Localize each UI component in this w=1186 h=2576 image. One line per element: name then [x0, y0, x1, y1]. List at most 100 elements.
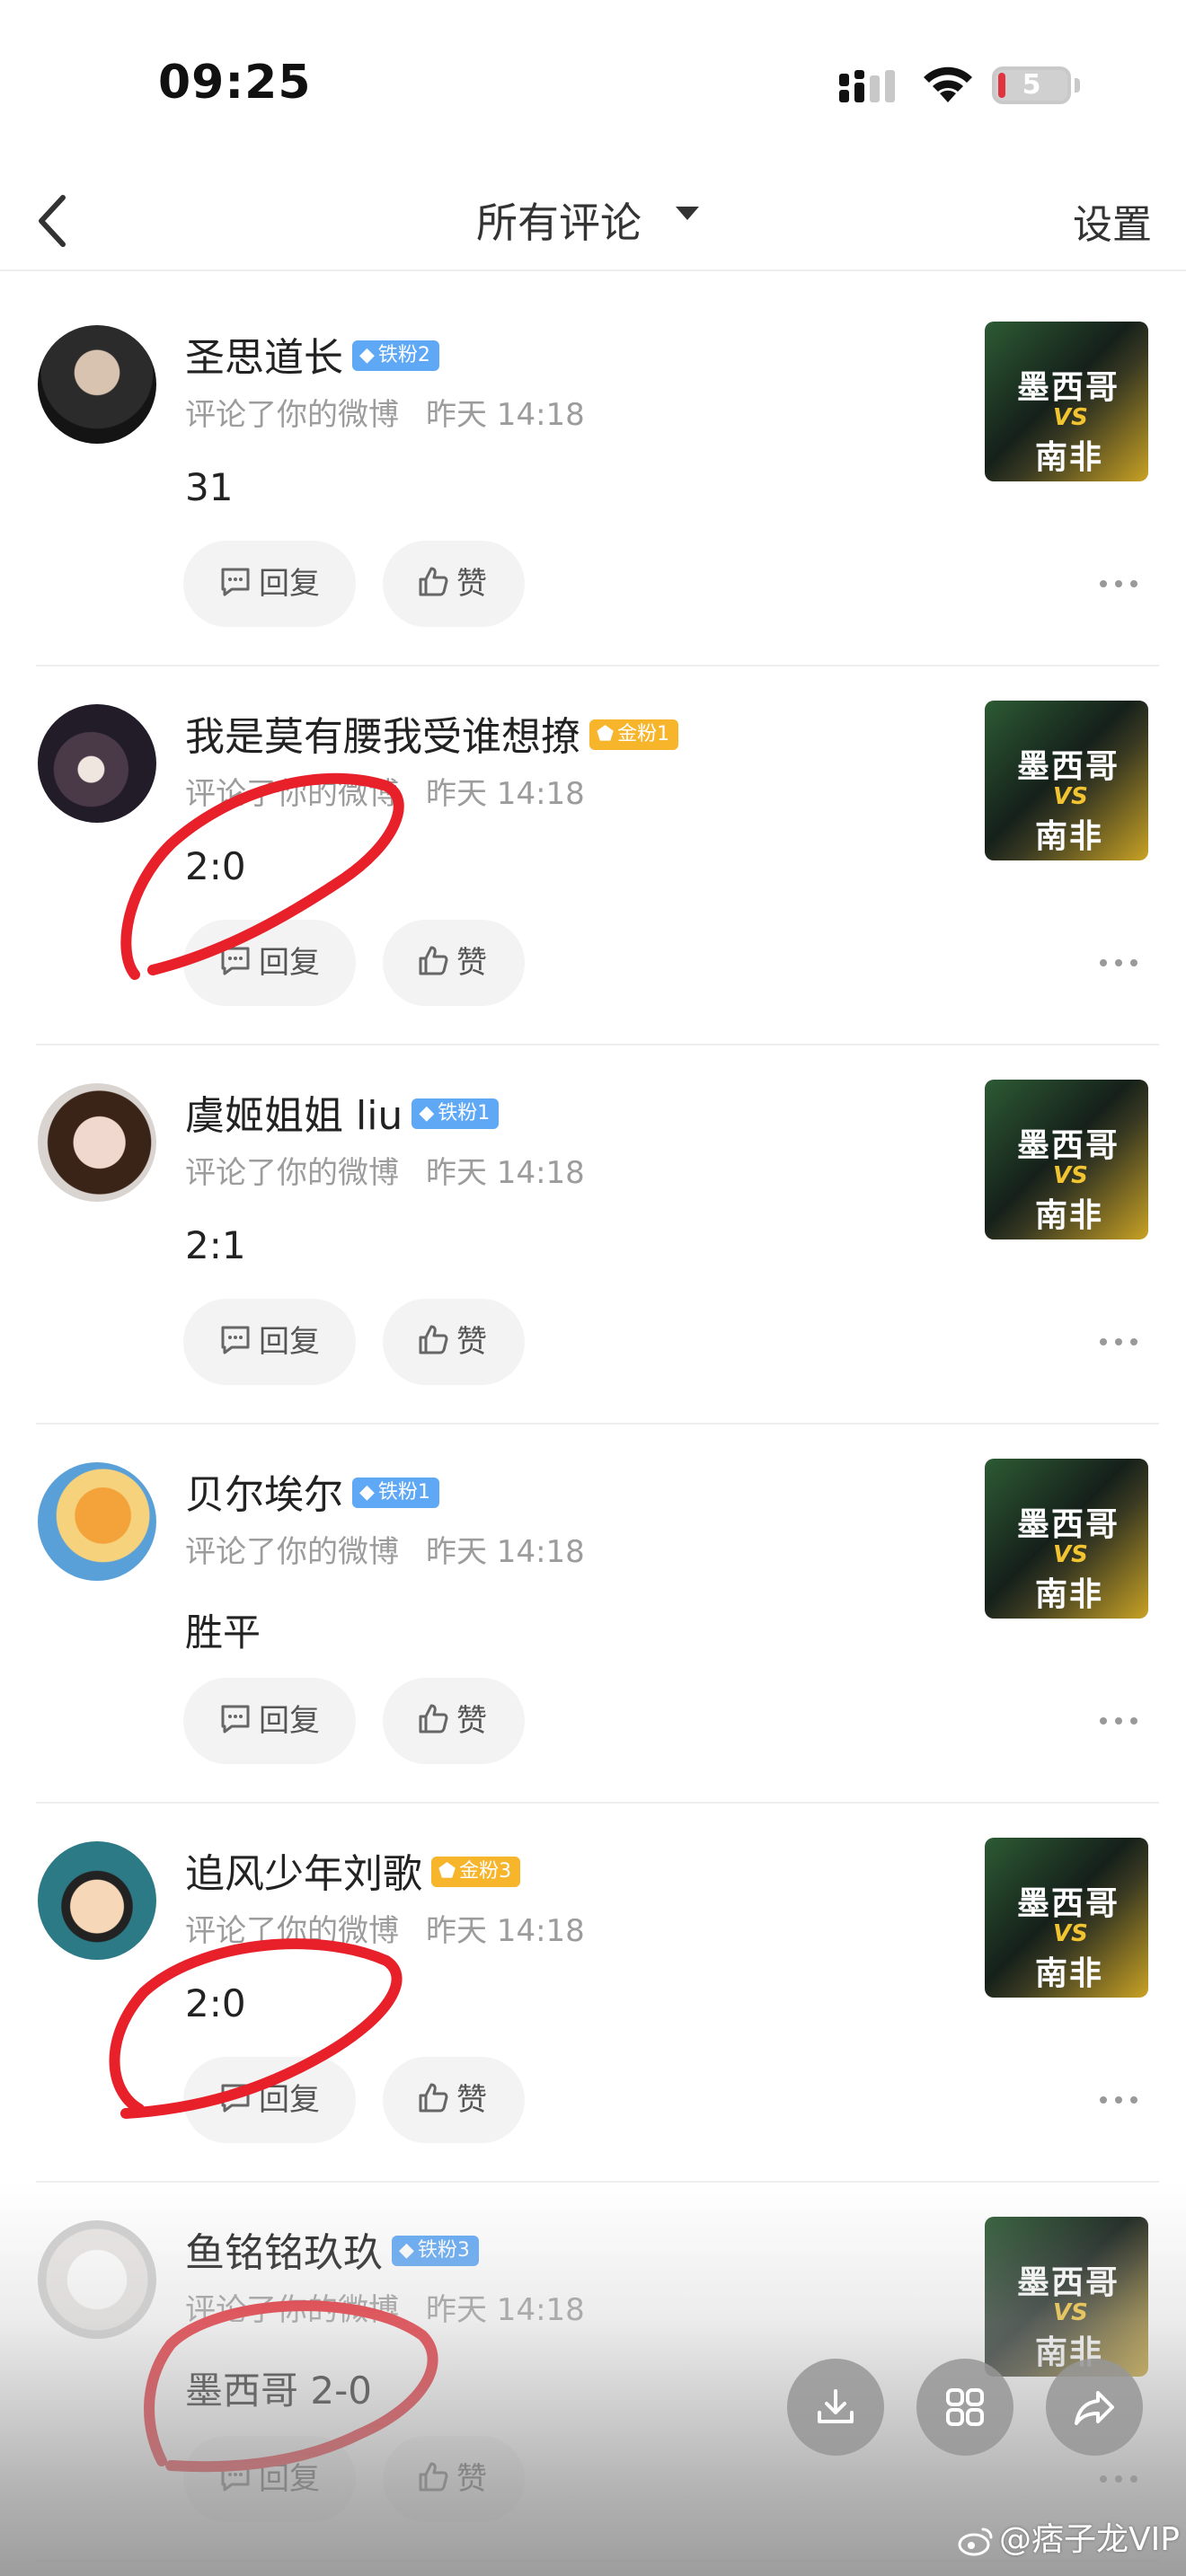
post-thumbnail[interactable]: 墨西哥 VS 南非	[985, 1459, 1148, 1619]
fan-badge: ◆ 铁粉1	[412, 1098, 500, 1129]
thumbs-up-icon	[419, 1704, 448, 1734]
username[interactable]: 贝尔埃尔 ◆ 铁粉1	[185, 1462, 439, 1520]
username-text[interactable]: 虞姬姐姐 liu	[185, 1093, 403, 1139]
grid-view-button[interactable]	[916, 2359, 1013, 2456]
reply-button[interactable]: 回复	[183, 541, 356, 627]
avatar[interactable]	[38, 1083, 156, 1202]
share-button[interactable]	[1046, 2359, 1143, 2456]
comment-action: 评论了你的微博	[185, 1155, 399, 1191]
username[interactable]: 虞姬姐姐 liu ◆ 铁粉1	[185, 1083, 500, 1141]
like-button[interactable]: 赞	[383, 2057, 525, 2143]
download-button[interactable]	[787, 2359, 884, 2456]
comment-item[interactable]: 圣思道长 ◆ 铁粉2 评论了你的微博 昨天 14:18 31 回复 赞 墨西哥 VS …	[36, 287, 1159, 666]
reply-button[interactable]: 回复	[183, 2436, 356, 2522]
more-options-icon[interactable]	[1096, 954, 1141, 972]
fan-badge-label: 金粉3	[459, 1860, 512, 1883]
diamond-icon: ◆	[359, 1481, 375, 1504]
like-button[interactable]: 赞	[383, 1299, 525, 1385]
comment-time: 昨天 14:18	[426, 1534, 585, 1570]
fan-badge-label: 铁粉1	[438, 1102, 491, 1125]
download-icon	[818, 2389, 854, 2423]
username-text[interactable]: 贝尔埃尔	[185, 1472, 343, 1518]
fan-badge-label: 铁粉1	[377, 1481, 430, 1504]
thumbs-up-icon	[419, 1325, 448, 1354]
like-label: 赞	[456, 1324, 487, 1360]
more-options-icon[interactable]	[1096, 1333, 1141, 1351]
fan-badge: ◆ 铁粉3	[392, 2236, 479, 2266]
avatar[interactable]	[38, 1462, 156, 1581]
comment-item[interactable]: 虞姬姐姐 liu ◆ 铁粉1 评论了你的微博 昨天 14:18 2:1 回复 赞 墨西…	[36, 1045, 1159, 1425]
reply-bubble-icon	[221, 1705, 250, 1734]
like-button[interactable]: 赞	[383, 920, 525, 1006]
share-arrow-icon	[1075, 2391, 1114, 2425]
avatar[interactable]	[38, 704, 156, 823]
back-chevron-icon[interactable]	[23, 185, 95, 257]
username[interactable]: 圣思道长 ◆ 铁粉2	[185, 325, 439, 383]
thumbs-up-icon	[419, 946, 448, 975]
like-button[interactable]: 赞	[383, 1678, 525, 1764]
post-thumbnail[interactable]: 墨西哥 VS 南非	[985, 1838, 1148, 1998]
thumbnail-team1: 墨西哥	[1017, 1127, 1120, 1164]
like-label: 赞	[456, 2082, 487, 2118]
settings-button[interactable]: 设置	[1073, 192, 1152, 250]
comment-meta: 评论了你的微博 昨天 14:18	[185, 390, 585, 434]
reply-label: 回复	[259, 566, 320, 602]
like-button[interactable]: 赞	[383, 2436, 525, 2522]
username-text[interactable]: 我是莫有腰我受谁想撩	[185, 714, 580, 760]
battery-cap	[1075, 78, 1080, 93]
more-options-icon[interactable]	[1096, 2470, 1141, 2488]
comment-time: 昨天 14:18	[426, 1913, 585, 1949]
comment-action: 评论了你的微博	[185, 776, 399, 812]
thumbs-up-icon	[419, 567, 448, 596]
reply-bubble-icon	[221, 2084, 250, 2113]
thumbnail-vs: VS	[1053, 404, 1088, 431]
comment-time: 昨天 14:18	[426, 2292, 585, 2328]
comment-action: 评论了你的微博	[185, 2292, 399, 2328]
more-options-icon[interactable]	[1096, 1712, 1141, 1730]
reply-button[interactable]: 回复	[183, 2057, 356, 2143]
comment-item[interactable]: 我是莫有腰我受谁想撩 ⬟ 金粉1 评论了你的微博 昨天 14:18 2:0 回复 赞 …	[36, 666, 1159, 1045]
username[interactable]: 鱼铭铭玖玖 ◆ 铁粉3	[185, 2220, 479, 2278]
more-options-icon[interactable]	[1096, 2091, 1141, 2109]
caret-down-icon[interactable]	[676, 207, 699, 220]
username-text[interactable]: 鱼铭铭玖玖	[185, 2230, 383, 2276]
thumbnail-vs: VS	[1053, 1920, 1088, 1947]
battery-indicator: 5	[992, 66, 1071, 104]
pentagon-icon: ⬟	[597, 723, 615, 745]
reply-button[interactable]: 回复	[183, 1299, 356, 1385]
comment-item[interactable]: 贝尔埃尔 ◆ 铁粉1 评论了你的微博 昨天 14:18 胜平 回复 赞 墨西哥 VS …	[36, 1425, 1159, 1804]
diamond-icon: ◆	[399, 2239, 414, 2262]
post-thumbnail[interactable]: 墨西哥 VS 南非	[985, 701, 1148, 860]
grid-icon	[946, 2388, 984, 2426]
thumbnail-team1: 墨西哥	[1017, 2264, 1120, 2301]
thumbnail-vs: VS	[1053, 2299, 1088, 2326]
username[interactable]: 我是莫有腰我受谁想撩 ⬟ 金粉1	[185, 704, 679, 762]
comment-text: 2:1	[185, 1223, 246, 1267]
more-options-icon[interactable]	[1096, 575, 1141, 593]
post-thumbnail[interactable]: 墨西哥 VS 南非	[985, 1080, 1148, 1239]
avatar[interactable]	[38, 2220, 156, 2339]
thumbnail-vs: VS	[1053, 1162, 1088, 1189]
username[interactable]: 追风少年刘歌 ⬟ 金粉3	[185, 1841, 521, 1899]
avatar[interactable]	[38, 325, 156, 444]
comment-time: 昨天 14:18	[426, 776, 585, 812]
comment-item[interactable]: 追风少年刘歌 ⬟ 金粉3 评论了你的微博 昨天 14:18 2:0 回复 赞 墨西哥 …	[36, 1804, 1159, 2183]
username-text[interactable]: 圣思道长	[185, 335, 343, 381]
like-button[interactable]: 赞	[383, 541, 525, 627]
like-label: 赞	[456, 945, 487, 981]
reply-button[interactable]: 回复	[183, 1678, 356, 1764]
username-text[interactable]: 追风少年刘歌	[185, 1851, 422, 1897]
fan-badge-label: 金粉1	[617, 723, 670, 745]
post-thumbnail[interactable]: 墨西哥 VS 南非	[985, 322, 1148, 481]
like-label: 赞	[456, 566, 487, 602]
reply-label: 回复	[259, 1324, 320, 1360]
comment-filter-dropdown[interactable]: 所有评论	[476, 190, 642, 250]
comment-meta: 评论了你的微博 昨天 14:18	[185, 1906, 585, 1950]
comment-text: 2:0	[185, 1981, 246, 2025]
comment-meta: 评论了你的微博 昨天 14:18	[185, 2285, 585, 2329]
post-thumbnail[interactable]: 墨西哥 VS 南非	[985, 2217, 1148, 2377]
reply-button[interactable]: 回复	[183, 920, 356, 1006]
comment-meta: 评论了你的微博 昨天 14:18	[185, 1527, 585, 1571]
comment-meta: 评论了你的微博 昨天 14:18	[185, 1148, 585, 1192]
avatar[interactable]	[38, 1841, 156, 1960]
